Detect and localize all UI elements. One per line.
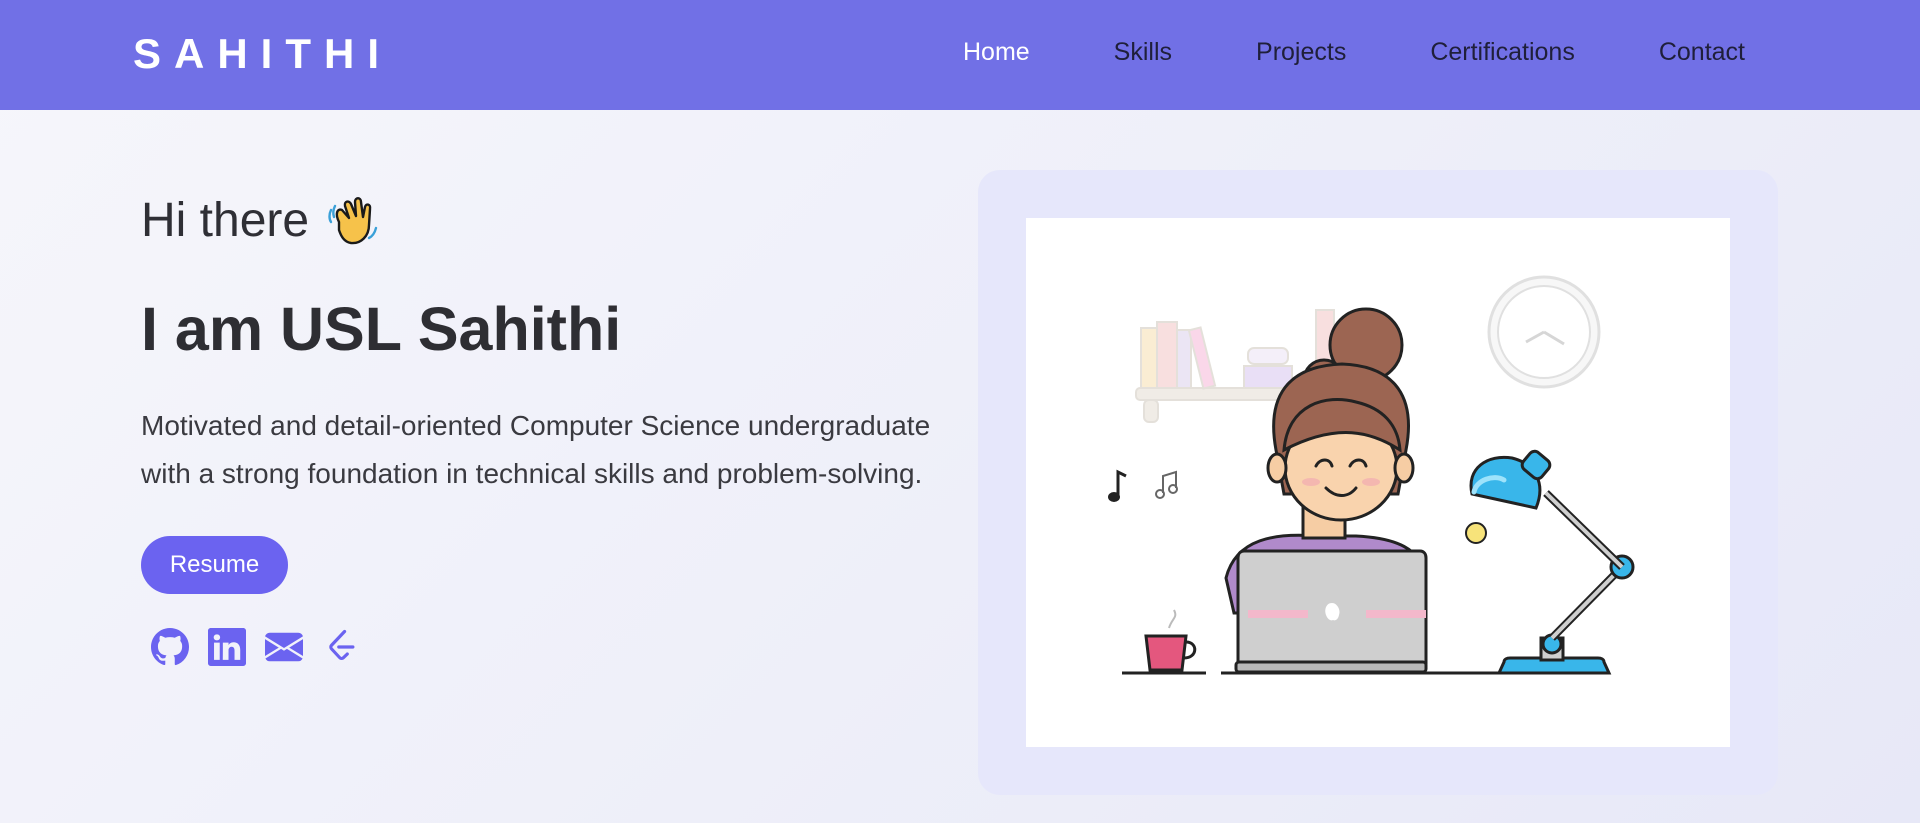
clock — [1487, 275, 1601, 389]
nav-home[interactable]: Home — [963, 38, 1030, 67]
headline: I am USL Sahithi — [141, 295, 622, 363]
greeting-text: Hi there — [141, 193, 310, 247]
waving-hand-icon — [325, 192, 381, 248]
music-notes — [1108, 469, 1178, 502]
nav-links: Home Skills Projects Certifications Cont… — [879, 38, 1745, 67]
resume-button[interactable]: Resume — [141, 536, 288, 594]
brand-logo[interactable]: SAHITHI — [133, 30, 392, 78]
linkedin-icon[interactable] — [208, 628, 246, 666]
nav-contact[interactable]: Contact — [1659, 38, 1745, 67]
github-icon[interactable] — [151, 628, 189, 666]
desk-lamp — [1465, 449, 1635, 675]
nav-certifications[interactable]: Certifications — [1430, 38, 1575, 67]
laptop — [1234, 549, 1428, 674]
nav-projects[interactable]: Projects — [1256, 38, 1346, 67]
social-links — [151, 628, 941, 666]
bio-text: Motivated and detail-oriented Computer S… — [141, 410, 931, 489]
email-icon[interactable] — [265, 628, 303, 666]
girl-working-on-laptop-illustration — [1026, 218, 1730, 747]
illustration-card — [978, 170, 1778, 795]
coffee-cup — [1144, 609, 1197, 672]
leetcode-icon[interactable] — [322, 628, 360, 666]
navbar: SAHITHI Home Skills Projects Certificati… — [0, 0, 1920, 110]
nav-skills[interactable]: Skills — [1114, 38, 1172, 67]
greeting: Hi there — [141, 190, 941, 250]
hero-intro: Hi there I am USL Sahithi Motivated and … — [141, 190, 941, 666]
